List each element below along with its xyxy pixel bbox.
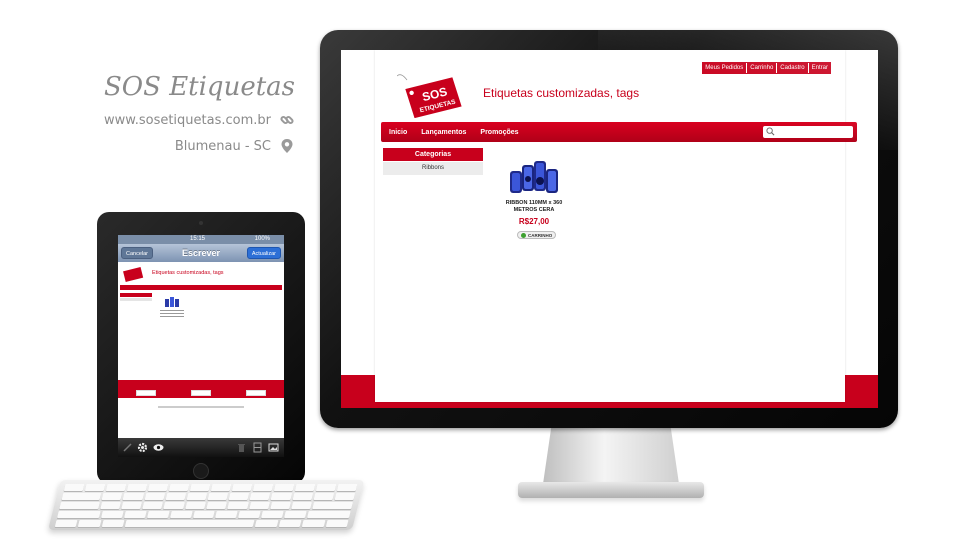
cart-plus-icon [521,232,526,238]
eye-icon[interactable] [153,442,164,453]
product-price: R$27,00 [518,217,550,226]
categories-heading: Categorias [383,148,483,161]
monitor-stand-neck [543,428,679,484]
tablet-footnote [158,406,244,408]
keyboard-row [59,502,353,509]
keyboard-row [54,520,349,527]
top-link-carrinho[interactable]: Carrinho [747,63,778,73]
tablet-update-button[interactable]: Actualizar [246,247,281,259]
main-nav: Inicio Lançamentos Promoções [381,122,857,142]
product-image[interactable] [508,157,560,197]
nav-item-lancamentos[interactable]: Lançamentos [421,129,466,136]
tablet-tagline: Etiquetas customizadas, tags [152,270,224,276]
footer-logo-1 [135,390,156,396]
tablet-camera [199,221,203,225]
add-to-cart-label: CARRINHO [528,232,553,238]
gear-icon[interactable] [137,442,148,453]
tablet-device: 15:15 100% Cancelar Escrever Actualizar … [97,212,305,484]
trash-icon[interactable] [236,442,247,453]
tablet-toolbar [118,438,284,457]
tablet-site-preview: Etiquetas customizadas, tags [118,262,284,438]
brand-city: Blumenau - SC [174,138,271,154]
top-link-entrar[interactable]: Entrar [809,63,831,73]
brand-title: SOS Etiquetas [103,72,295,102]
footer-logo-2 [190,390,211,396]
tablet-categories-heading [120,293,152,297]
search-icon [766,127,775,136]
location-pin-icon [281,139,293,153]
tablet-logo [123,266,144,282]
tablet-status-time: 15:15 [190,236,206,242]
keyboard-row [56,511,351,518]
search-input[interactable] [763,126,853,138]
showcase-stage: SOS Etiquetas www.sosetiquetas.com.br Bl… [0,0,960,555]
add-to-cart-button[interactable]: CARRINHO [517,231,557,239]
tablet-home-button[interactable] [193,463,209,479]
nav-item-promocoes[interactable]: Promoções [480,129,518,136]
site-tagline: Etiquetas customizadas, tags [483,86,640,100]
tablet-nav-bar [120,285,282,290]
tablet-title-bar: Cancelar Escrever Actualizar [118,244,284,262]
top-link-cadastro[interactable]: Cadastro [777,63,809,73]
top-link-meus-pedidos[interactable]: Meus Pedidos [702,63,748,73]
tablet-screen: 15:15 100% Cancelar Escrever Actualizar … [118,235,284,457]
keyboard-row [61,493,356,500]
monitor-screen: Meus Pedidos Carrinho Cadastro Entrar SO… [341,50,878,408]
desktop-monitor: Meus Pedidos Carrinho Cadastro Entrar SO… [320,30,898,428]
brand-city-line: Blumenau - SC [175,138,295,154]
monitor-stand-base [518,482,704,498]
tablet-footer-logos [118,390,284,396]
film-icon[interactable] [252,442,263,453]
pencil-icon[interactable] [122,442,133,453]
tablet-product-text [160,310,184,318]
top-links: Meus Pedidos Carrinho Cadastro Entrar [702,62,831,74]
brand-url-line: www.sosetiquetas.com.br [104,112,295,128]
category-item-ribbons[interactable]: Ribbons [383,162,483,175]
tablet-product-image [165,297,179,307]
image-icon[interactable] [268,442,279,453]
link-icon [280,115,294,125]
tablet-status-bar: 15:15 100% [118,235,284,244]
desktop-site: Meus Pedidos Carrinho Cadastro Entrar SO… [375,50,857,402]
nav-item-inicio[interactable]: Inicio [389,129,407,136]
tablet-status-battery: 100% [254,236,270,242]
sos-etiquetas-logo[interactable]: SOS ETIQUETAS [397,70,467,118]
product-name[interactable]: RIBBON 110MM x 360 METROS CERA [503,200,565,214]
keyboard-row [63,484,358,491]
brand-url[interactable]: www.sosetiquetas.com.br [104,113,271,128]
tablet-category-item [120,298,152,301]
wireless-keyboard [48,480,365,530]
footer-logo-3 [246,390,267,396]
